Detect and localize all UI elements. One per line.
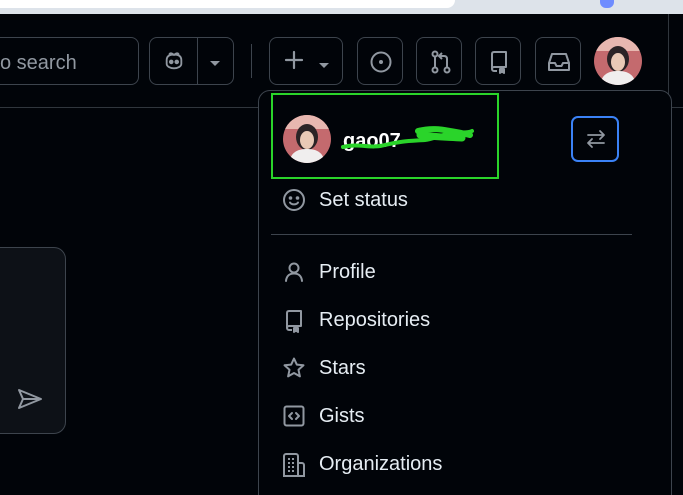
avatar xyxy=(283,115,331,163)
menu-item-profile[interactable]: Profile xyxy=(272,252,632,292)
copilot-separator xyxy=(197,38,198,84)
person-icon xyxy=(282,260,306,289)
switch-account-button[interactable] xyxy=(571,116,619,162)
menu-item-stars[interactable]: Stars xyxy=(272,348,632,388)
header-divider xyxy=(251,44,252,78)
menu-item-label: Profile xyxy=(319,261,376,283)
menu-item-label: Set status xyxy=(319,189,408,211)
menu-item-set-status[interactable]: Set status xyxy=(272,180,632,220)
search-placeholder: o search xyxy=(0,52,77,74)
star-icon xyxy=(282,356,306,385)
code-square-icon xyxy=(282,404,306,433)
copilot-button-group xyxy=(149,37,234,85)
send-icon[interactable] xyxy=(17,388,43,415)
repo-icon xyxy=(489,50,509,79)
menu-item-label: Repositories xyxy=(319,309,431,331)
pull-requests-button[interactable] xyxy=(416,37,462,85)
issues-button[interactable] xyxy=(357,37,403,85)
menu-item-label: Organizations xyxy=(319,453,443,475)
redaction-scribble xyxy=(341,126,474,149)
organization-icon xyxy=(282,452,306,483)
arrow-switch-icon xyxy=(585,129,607,154)
git-pull-request-icon xyxy=(429,49,453,80)
menu-item-gists[interactable]: Gists xyxy=(272,396,632,436)
chevron-down-icon[interactable] xyxy=(208,56,222,74)
smiley-icon xyxy=(282,188,306,217)
inbox-icon xyxy=(547,51,571,78)
plus-icon xyxy=(284,50,304,75)
menu-item-label: Stars xyxy=(319,357,366,379)
repositories-button[interactable] xyxy=(475,37,521,85)
menu-item-label: Gists xyxy=(319,405,365,427)
inbox-button[interactable] xyxy=(535,37,581,85)
browser-profile-indicator[interactable] xyxy=(600,0,614,8)
issue-opened-icon xyxy=(369,50,393,79)
copilot-icon[interactable] xyxy=(163,50,185,77)
avatar-button[interactable] xyxy=(594,37,642,85)
browser-tab[interactable] xyxy=(0,0,455,8)
menu-item-organizations[interactable]: Organizations xyxy=(272,444,632,484)
menu-divider xyxy=(271,234,632,235)
content-card xyxy=(0,247,66,434)
repo-icon xyxy=(282,308,306,339)
create-new-button[interactable] xyxy=(269,37,343,85)
menu-item-repositories[interactable]: Repositories xyxy=(272,300,632,340)
chevron-down-icon xyxy=(318,57,330,75)
browser-tab-strip xyxy=(0,0,683,14)
